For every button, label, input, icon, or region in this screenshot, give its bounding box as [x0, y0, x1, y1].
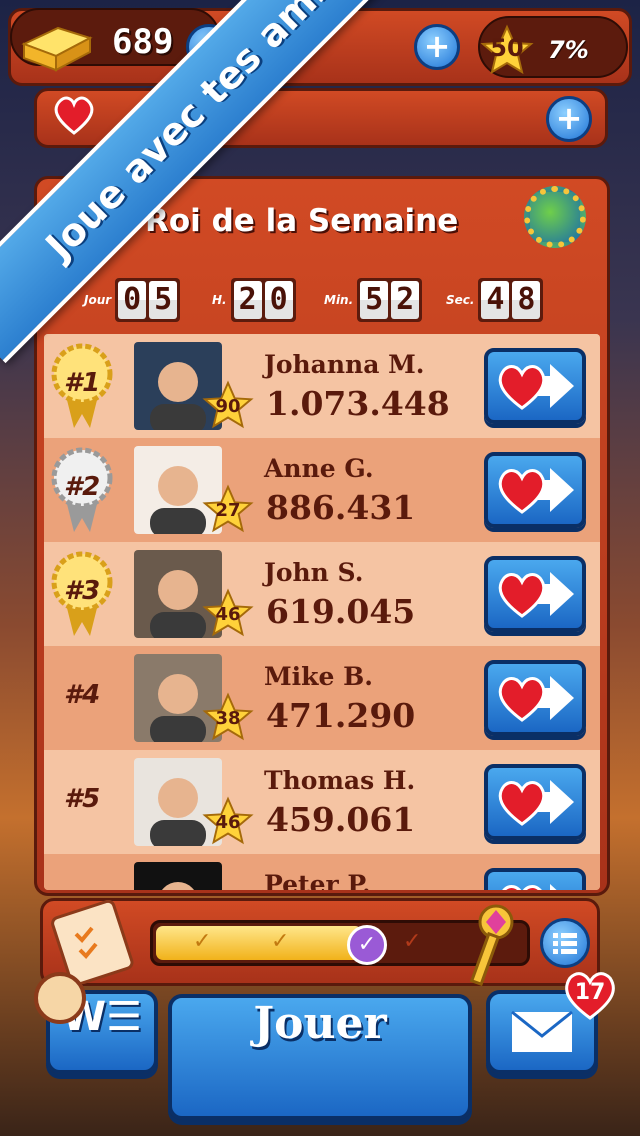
digit: 0: [264, 281, 293, 319]
heart-arrow-icon: [498, 780, 574, 826]
heart-arrow-icon: [502, 884, 557, 890]
player-level: 46: [215, 812, 241, 833]
digit: 2: [233, 281, 262, 319]
player-avatar: [134, 862, 222, 890]
player-name: Peter P.: [264, 870, 371, 890]
player-level: 38: [215, 708, 241, 729]
heart-arrow-icon: [498, 572, 574, 618]
key-icon: [469, 904, 514, 987]
heart-arrow-icon: [498, 676, 574, 722]
gold-amount: 689: [112, 22, 174, 62]
xp-percent: 7%: [548, 36, 589, 64]
timer-days: Jour 05: [84, 276, 181, 324]
progress-fill: [156, 926, 362, 960]
timer-hours: H. 20: [212, 276, 296, 324]
list-icon: [553, 933, 577, 954]
digit: 5: [360, 281, 389, 319]
player-level: 46: [215, 604, 241, 625]
player-name: Anne G.: [264, 454, 374, 483]
player-score: 471.290: [266, 696, 416, 735]
add-lives-button[interactable]: +: [546, 96, 592, 142]
leaderboard-list[interactable]: #1 90 Johanna M. 1.073.448 #2 27 Anne G.…: [44, 334, 600, 890]
player-name: Mike B.: [264, 662, 373, 691]
rank-label: #6: [64, 888, 100, 890]
gold-bar-icon: [21, 26, 93, 72]
globe-icon[interactable]: [524, 186, 586, 248]
rank-label: #2: [64, 472, 101, 502]
days-label: Jour: [84, 293, 112, 307]
player-score: 619.045: [266, 592, 416, 631]
send-life-button[interactable]: [484, 868, 586, 890]
send-life-button[interactable]: [484, 452, 586, 528]
add-coins-button[interactable]: +: [414, 24, 460, 70]
heart-arrow-icon: [498, 364, 574, 410]
mail-count: 17: [574, 980, 606, 1005]
rank-label: #3: [64, 576, 101, 606]
rank-label: #4: [64, 680, 101, 710]
check-icon: ✓: [403, 929, 422, 954]
player-level: 90: [215, 396, 241, 417]
leaderboard-row: #5 46 Thomas H. 459.061: [44, 750, 600, 854]
check-icon: ✓: [271, 929, 290, 954]
player-level: 50: [490, 34, 524, 62]
leaderboard-row: #4 38 Mike B. 471.290: [44, 646, 600, 750]
leaderboard-title: Roi de la Semaine: [145, 203, 459, 239]
leaderboard-row: #6 Peter P.: [44, 854, 600, 890]
digit: 4: [481, 281, 510, 319]
player-name: Thomas H.: [264, 766, 416, 795]
player-name: Johanna M.: [264, 350, 425, 379]
digit: 2: [391, 281, 420, 319]
minutes-label: Min.: [324, 293, 354, 307]
avatar-face-icon: [162, 882, 194, 890]
digit: 8: [512, 281, 541, 319]
current-check-icon: ✓: [347, 925, 387, 965]
send-life-button[interactable]: [484, 660, 586, 736]
hours-label: H.: [212, 293, 227, 307]
timer-seconds: Sec. 48: [446, 276, 544, 324]
wheel-icon[interactable]: [34, 972, 86, 1024]
heart-icon: [54, 96, 94, 135]
send-life-button[interactable]: [484, 556, 586, 632]
player-name: John S.: [264, 558, 364, 587]
rank-label: #5: [64, 784, 101, 814]
heart-arrow-icon: [498, 468, 574, 514]
digit: 5: [149, 281, 178, 319]
play-button[interactable]: Jouer: [168, 994, 472, 1120]
leaderboard-row: #3 46 John S. 619.045: [44, 542, 600, 646]
quest-list-button[interactable]: [540, 918, 590, 968]
send-life-button[interactable]: [484, 348, 586, 424]
player-score: 1.073.448: [266, 384, 450, 423]
leaderboard-row: #1 90 Johanna M. 1.073.448: [44, 334, 600, 438]
seconds-label: Sec.: [446, 293, 475, 307]
timer-minutes: Min. 52: [324, 276, 423, 324]
player-score: 886.431: [266, 488, 416, 527]
player-level: 27: [215, 500, 241, 521]
leaderboard-row: #2 27 Anne G. 886.431: [44, 438, 600, 542]
play-label: Jouer: [253, 998, 387, 1049]
rank-label: #1: [64, 368, 101, 398]
send-life-button[interactable]: [484, 764, 586, 840]
check-icon: ✓: [193, 929, 212, 954]
digit: 0: [118, 281, 147, 319]
player-score: 459.061: [266, 800, 416, 839]
